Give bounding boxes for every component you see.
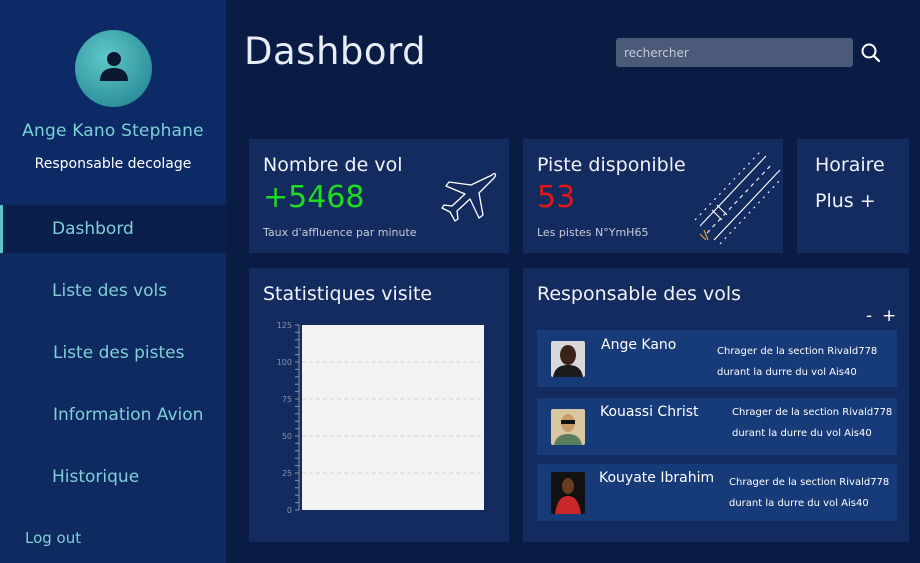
card-subtitle: Les pistes N°YmH65 bbox=[537, 226, 649, 239]
sidebar-item-label: Historique bbox=[52, 467, 140, 487]
card-title: Responsable des vols bbox=[537, 283, 742, 305]
runway-count-value: 53 bbox=[537, 180, 576, 215]
user-icon bbox=[100, 52, 128, 81]
sidebar-item-liste-des-vols[interactable]: Liste des vols bbox=[0, 267, 226, 315]
chart-y-tick-label: 75 bbox=[282, 395, 292, 404]
list-item[interactable]: Ange Kano Chrager de la section Rivald77… bbox=[537, 330, 897, 387]
avatar bbox=[551, 472, 585, 514]
sidebar-item-historique[interactable]: Historique bbox=[0, 453, 226, 501]
sidebar-item-liste-des-pistes[interactable]: Liste des pistes bbox=[0, 329, 226, 377]
logout-link[interactable]: Log out bbox=[25, 529, 81, 547]
flight-count-value: +5468 bbox=[263, 180, 365, 215]
airplane-icon bbox=[441, 172, 497, 222]
responsable-desc: Chrager de la section Rivald778 durant l… bbox=[729, 472, 889, 514]
responsable-name: Kouyate Ibrahim bbox=[599, 470, 715, 486]
sidebar: Ange Kano Stephane Responsable decolage … bbox=[0, 0, 226, 563]
responsable-name: Kouassi Christ bbox=[600, 404, 699, 420]
responsable-desc: Chrager de la section Rivald778 durant l… bbox=[732, 402, 892, 444]
runway-icon bbox=[694, 151, 782, 244]
sidebar-item-label: Information Avion bbox=[53, 405, 204, 425]
sidebar-item-label: Liste des vols bbox=[52, 281, 168, 301]
avatar[interactable] bbox=[75, 30, 152, 107]
chart-y-tick-label: 50 bbox=[282, 432, 292, 441]
card-title: Horaire bbox=[815, 154, 885, 176]
responsable-desc: Chrager de la section Rivald778 durant l… bbox=[717, 341, 877, 383]
search-button[interactable] bbox=[860, 42, 882, 64]
user-profile: Ange Kano Stephane Responsable decolage bbox=[0, 0, 226, 204]
page-title: Dashbord bbox=[244, 30, 427, 73]
desc-line: durant la durre du vol Ais40 bbox=[729, 498, 869, 509]
chart-y-tick-label: 100 bbox=[277, 358, 292, 367]
responsable-name: Ange Kano bbox=[601, 337, 677, 353]
sidebar-item-information-avion[interactable]: Information Avion bbox=[0, 391, 226, 439]
chart-y-tick-label: 0 bbox=[287, 506, 292, 515]
horaire-more-link[interactable]: Plus + bbox=[815, 190, 876, 212]
sidebar-item-dashbord[interactable]: Dashbord bbox=[0, 205, 226, 253]
card-title: Piste disponible bbox=[537, 154, 686, 176]
desc-line: durant la durre du vol Ais40 bbox=[717, 367, 857, 378]
user-name: Ange Kano Stephane bbox=[22, 121, 204, 141]
chart-y-tick-label: 125 bbox=[277, 321, 292, 330]
desc-line: durant la durre du vol Ais40 bbox=[732, 428, 872, 439]
search-input[interactable] bbox=[616, 38, 853, 67]
sidebar-item-label: Liste des pistes bbox=[53, 343, 185, 363]
list-item[interactable]: Kouassi Christ Chrager de la section Riv… bbox=[537, 398, 897, 455]
desc-line: Chrager de la section Rivald778 bbox=[732, 407, 893, 418]
expand-button[interactable]: + bbox=[882, 306, 896, 326]
collapse-button[interactable]: - bbox=[866, 306, 872, 326]
chart-title: Statistiques visite bbox=[263, 283, 433, 305]
visits-chart: 0 25 50 75 100 125 bbox=[277, 321, 484, 515]
chart-plot-area bbox=[302, 325, 484, 510]
avatar bbox=[551, 341, 585, 377]
card-subtitle: Taux d'affluence par minute bbox=[263, 226, 417, 239]
avatar bbox=[551, 409, 585, 445]
list-item[interactable]: Kouyate Ibrahim Chrager de la section Ri… bbox=[537, 464, 897, 521]
desc-line: Chrager de la section Rivald778 bbox=[717, 346, 878, 357]
user-role: Responsable decolage bbox=[34, 156, 192, 172]
card-title: Nombre de vol bbox=[263, 154, 403, 176]
search-icon bbox=[861, 43, 881, 63]
desc-line: Chrager de la section Rivald778 bbox=[729, 477, 890, 488]
sidebar-item-label: Dashbord bbox=[52, 219, 134, 239]
chart-y-tick-label: 25 bbox=[282, 469, 292, 478]
